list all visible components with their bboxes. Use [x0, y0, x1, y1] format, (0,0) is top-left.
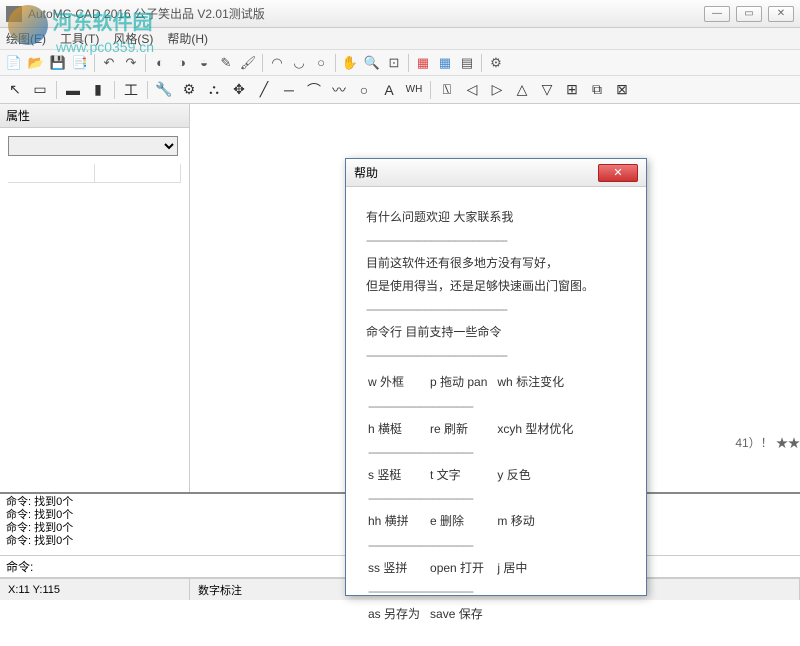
sidebar: 属性	[0, 104, 190, 492]
command-label: 命令:	[6, 558, 33, 575]
window-title: AutoMC-CAD 2016 公子笑出品 V2.01测试版	[28, 5, 704, 22]
shape3-icon[interactable]: ○	[311, 53, 331, 73]
grid-icon[interactable]: ▤	[457, 53, 477, 73]
canvas-text: 41）！ ★★	[735, 434, 800, 451]
shape2-icon[interactable]: ◡	[289, 53, 309, 73]
rect-icon[interactable]: ▭	[29, 79, 51, 101]
toolbar-2: ↖ ▭ ▬ ▮ 工 🔧 ⚙ ⛬ ✥ ╱ ─ ⌒ 〰 ○ A WH ⍂ ◁ ▷ △…	[0, 76, 800, 104]
new-icon[interactable]: 📄	[4, 53, 24, 73]
text-icon[interactable]: A	[378, 79, 400, 101]
status-coords: X:11 Y:115	[0, 579, 190, 600]
sym8-icon[interactable]: ⊠	[611, 79, 633, 101]
property-cell[interactable]	[8, 164, 95, 182]
menu-style[interactable]: 风格(S)	[113, 30, 153, 47]
app-icon	[6, 6, 22, 22]
pencil-icon[interactable]: ✎	[216, 53, 236, 73]
dialog-title: 帮助	[354, 164, 598, 181]
sym4-icon[interactable]: △	[511, 79, 533, 101]
dialog-body: 有什么问题欢迎 大家联系我 --------------------------…	[346, 187, 646, 646]
select-icon[interactable]: ↖	[4, 79, 26, 101]
tool-b-icon[interactable]: ◑	[172, 53, 192, 73]
sym5-icon[interactable]: ▽	[536, 79, 558, 101]
move-icon[interactable]: ✥	[228, 79, 250, 101]
help-note: 目前这软件还有很多地方没有写好，	[366, 254, 626, 273]
help-intro: 有什么问题欢迎 大家联系我	[366, 208, 626, 227]
help-note: 但是使用得当，还是足够快速画出门窗图。	[366, 277, 626, 296]
maximize-button[interactable]: ▭	[736, 6, 762, 22]
help-dialog: 帮助 ✕ 有什么问题欢迎 大家联系我 ---------------------…	[345, 158, 647, 596]
open-icon[interactable]: 📂	[26, 53, 46, 73]
properties-dropdown[interactable]	[8, 136, 178, 156]
wrench-icon[interactable]: 🔧	[153, 79, 175, 101]
toolbar-1: 📄 📂 💾 📑 ↶ ↷ ◐ ◑ ◒ ✎ 🖌 ◠ ◡ ○ ✋ 🔍 ⊡ ▦ ▦ ▤ …	[0, 50, 800, 76]
curve-icon[interactable]: 〰	[328, 79, 350, 101]
zoomfit-icon[interactable]: ⊡	[384, 53, 404, 73]
close-button[interactable]: ✕	[768, 6, 794, 22]
properties-panel-title: 属性	[0, 104, 189, 128]
property-cell[interactable]	[95, 164, 182, 182]
help-cmd-title: 命令行 目前支持一些命令	[366, 323, 626, 342]
hline-icon[interactable]: ─	[278, 79, 300, 101]
sym1-icon[interactable]: ⍂	[436, 79, 458, 101]
property-row	[8, 164, 181, 183]
sym7-icon[interactable]: ⧉	[586, 79, 608, 101]
line-icon[interactable]: ╱	[253, 79, 275, 101]
arc-icon[interactable]: ⌒	[303, 79, 325, 101]
menu-draw[interactable]: 绘图(E)	[6, 30, 46, 47]
menu-tools[interactable]: 工具(T)	[60, 30, 99, 47]
arrows-icon[interactable]: ⛬	[203, 79, 225, 101]
menu-help[interactable]: 帮助(H)	[167, 30, 208, 47]
palette1-icon[interactable]: ▦	[413, 53, 433, 73]
wh-icon[interactable]: WH	[403, 79, 425, 101]
vbar-icon[interactable]: ▮	[87, 79, 109, 101]
menubar: 绘图(E) 工具(T) 风格(S) 帮助(H)	[0, 28, 800, 50]
minimize-button[interactable]: —	[704, 6, 730, 22]
brush-icon[interactable]: 🖌	[238, 53, 258, 73]
dialog-close-button[interactable]: ✕	[598, 164, 638, 182]
circle-icon[interactable]: ○	[353, 79, 375, 101]
sym3-icon[interactable]: ▷	[486, 79, 508, 101]
sym6-icon[interactable]: ⊞	[561, 79, 583, 101]
help-cmd-table: w 外框p 拖动 panwh 标注变化 --------------------…	[366, 369, 583, 628]
redo-icon[interactable]: ↷	[121, 53, 141, 73]
titlebar: AutoMC-CAD 2016 公子笑出品 V2.01测试版 — ▭ ✕	[0, 0, 800, 28]
save-icon[interactable]: 💾	[48, 53, 68, 73]
tool-c-icon[interactable]: ◒	[194, 53, 214, 73]
hand-icon[interactable]: ✋	[340, 53, 360, 73]
undo-icon[interactable]: ↶	[99, 53, 119, 73]
beam-icon[interactable]: 工	[120, 79, 142, 101]
tool-a-icon[interactable]: ◐	[150, 53, 170, 73]
hbar-icon[interactable]: ▬	[62, 79, 84, 101]
gear2-icon[interactable]: ⚙	[178, 79, 200, 101]
settings-icon[interactable]: ⚙	[486, 53, 506, 73]
zoom-icon[interactable]: 🔍	[362, 53, 382, 73]
saveas-icon[interactable]: 📑	[70, 53, 90, 73]
sym2-icon[interactable]: ◁	[461, 79, 483, 101]
palette2-icon[interactable]: ▦	[435, 53, 455, 73]
shape1-icon[interactable]: ◠	[267, 53, 287, 73]
